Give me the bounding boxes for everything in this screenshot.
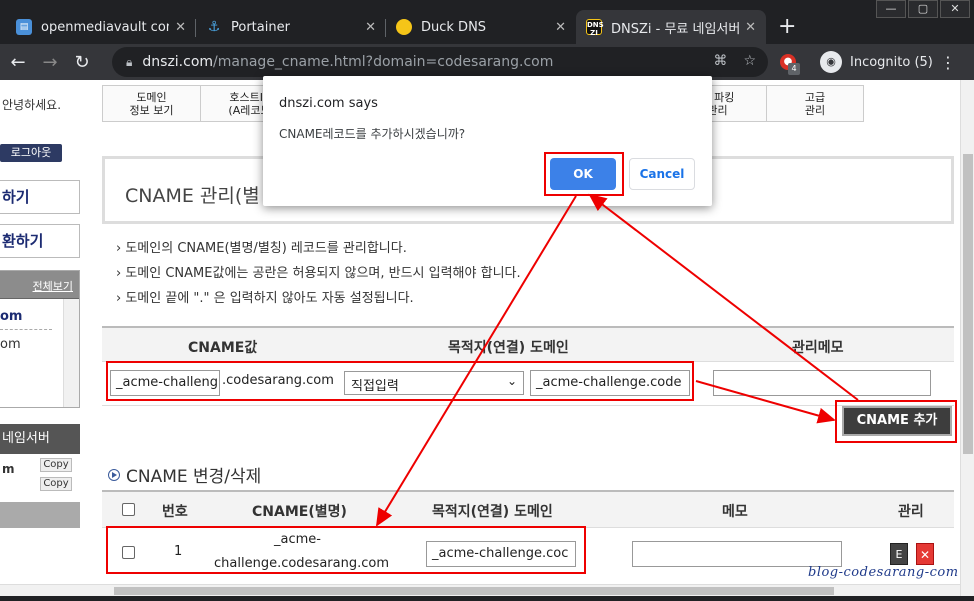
delete-button[interactable]: ✕ (916, 543, 934, 565)
view-all-link[interactable]: 전체보기 (33, 278, 73, 294)
row-memo-input[interactable] (632, 541, 842, 567)
browser-menu-icon[interactable]: ⋮ (940, 53, 956, 72)
play-bullet-icon (108, 468, 120, 481)
close-tab-icon[interactable]: ✕ (175, 20, 186, 35)
register-header: CNAME값 목적지(연결) 도메인 관리메모 (102, 328, 954, 362)
sidebar-footer (0, 502, 80, 528)
incognito-indicator[interactable]: ◉ Incognito (5) (820, 49, 933, 75)
menu-label: 고급 (804, 91, 826, 104)
menu-label: 도메인 (136, 91, 167, 104)
address-bar[interactable]: 🔒︎ dnszi.com/manage_cname.html?domain=co… (112, 47, 768, 77)
duck-favicon-icon (396, 19, 412, 35)
dialog-title: dnszi.com says (279, 96, 378, 111)
menu-label: 관리 (804, 104, 826, 117)
domain-list: 전체보기 om om (0, 270, 80, 408)
extension-icon[interactable]: ● 4 (780, 54, 800, 75)
note-item: › 도메인 끝에 "." 은 입력하지 않아도 자동 설정됩니다. (116, 291, 414, 306)
logout-button[interactable]: 로그아웃 (0, 144, 62, 162)
col-cname: CNAME(별명) (252, 504, 347, 520)
domain-list-scrollbar[interactable] (63, 299, 79, 407)
tab-title: Duck DNS (421, 19, 487, 35)
tab-title: openmediavault control (41, 19, 169, 35)
menu-domain-info[interactable]: 도메인 정보 보기 (102, 85, 200, 122)
highlight-ok (544, 152, 624, 196)
highlight-add-button (835, 400, 957, 443)
col-target: 목적지(연결) 도메인 (432, 504, 553, 520)
copy-button[interactable]: Copy (40, 458, 72, 472)
col-memo: 관리메모 (792, 340, 844, 356)
translate-icon[interactable]: ⌘ (713, 53, 727, 69)
section-title-text: CNAME 변경/삭제 (126, 467, 262, 487)
tab-dnszi[interactable]: DNSZI DNSZi - 무료 네임서버(d ✕ (576, 10, 766, 44)
close-tab-icon[interactable]: ✕ (745, 20, 756, 35)
domain-list-header: 전체보기 (0, 271, 79, 299)
scrollbar-thumb[interactable] (114, 587, 834, 595)
section-title: CNAME 변경/삭제 (108, 462, 261, 487)
nameserver-header: 네임서버 (0, 424, 80, 454)
sidebar-link-2[interactable]: 환하기 (0, 224, 80, 258)
lock-icon[interactable]: 🔒︎ (126, 55, 132, 70)
tab-title: DNSZi - 무료 네임서버(d (611, 21, 740, 37)
browser-toolbar: ← → ↻ 🔒︎ dnszi.com/manage_cname.html?dom… (0, 44, 974, 80)
domain-list-item[interactable]: om (0, 337, 21, 352)
select-all-checkbox[interactable] (122, 503, 135, 516)
close-window-button[interactable]: ✕ (940, 0, 970, 18)
memo-input[interactable] (713, 370, 931, 396)
highlight-list-row (106, 526, 586, 574)
incognito-icon: ◉ (820, 51, 842, 73)
tab-strip: ▤ openmediavault control ✕ ⚓ Portainer ✕… (6, 8, 796, 44)
close-tab-icon[interactable]: ✕ (365, 20, 376, 35)
col-no: 번호 (162, 504, 188, 520)
tab-duckdns[interactable]: Duck DNS ✕ (386, 10, 576, 44)
reload-button[interactable]: ↻ (68, 52, 96, 73)
edit-button[interactable]: E (890, 543, 908, 565)
col-manage: 관리 (898, 504, 924, 520)
greeting-text: 안녕하세요. (2, 98, 62, 112)
url-path: /manage_cname.html?domain=codesarang.com (213, 54, 554, 70)
dialog-message: CNAME레코드를 추가하시겠습니까? (279, 127, 466, 141)
watermark: blog-codesarang-com (808, 565, 959, 580)
back-button[interactable]: ← (4, 52, 32, 73)
nameserver-text: m (2, 462, 15, 476)
browser-window: — ▢ ✕ ▤ openmediavault control ✕ ⚓ Porta… (0, 0, 974, 601)
tab-portainer[interactable]: ⚓ Portainer ✕ (196, 10, 386, 44)
col-target-domain: 목적지(연결) 도메인 (448, 340, 569, 356)
extension-badge: 4 (788, 63, 800, 75)
col-cname-value: CNAME값 (188, 340, 258, 356)
window-controls: — ▢ ✕ (874, 0, 970, 18)
dnszi-favicon-icon: DNS ZI (586, 19, 604, 37)
menu-label: 정보 보기 (129, 104, 174, 117)
new-tab-button[interactable]: + (778, 10, 796, 44)
minimize-button[interactable]: — (876, 0, 906, 18)
col-memo: 메모 (722, 504, 748, 520)
notes-list: › 도메인의 CNAME(별명/별칭) 레코드를 관리합니다. › 도메인 CN… (116, 236, 521, 311)
list-header: 번호 CNAME(별명) 목적지(연결) 도메인 메모 관리 (102, 492, 954, 528)
sidebar-link-1[interactable]: 하기 (0, 180, 80, 214)
bookmark-star-icon[interactable]: ☆ (743, 53, 756, 69)
nameserver-label: 네임서버 (2, 431, 50, 446)
tab-title: Portainer (231, 19, 290, 35)
page-scrollbar-vertical[interactable] (960, 80, 974, 596)
portainer-favicon-icon: ⚓ (207, 19, 221, 35)
scrollbar-thumb[interactable] (963, 154, 973, 454)
menu-advanced[interactable]: 고급 관리 (766, 85, 864, 122)
url-host: dnszi.com (142, 54, 214, 70)
highlight-register-row (106, 361, 694, 401)
note-item: › 도메인의 CNAME(별명/별칭) 레코드를 관리합니다. (116, 241, 407, 256)
page-scrollbar-horizontal[interactable] (0, 584, 960, 596)
copy-button[interactable]: Copy (40, 477, 72, 491)
confirm-dialog: dnszi.com says CNAME레코드를 추가하시겠습니까? OK Ca… (263, 76, 712, 206)
openmediavault-favicon-icon: ▤ (16, 19, 32, 35)
dialog-cancel-button[interactable]: Cancel (629, 158, 695, 190)
incognito-label: Incognito (5) (850, 54, 933, 70)
domain-list-item[interactable]: om (0, 309, 22, 324)
left-sidebar: 안녕하세요. 로그아웃 하기 환하기 전체보기 om om 네임서버 m Cop… (0, 80, 80, 596)
note-item: › 도메인 CNAME값에는 공란은 허용되지 않으며, 반드시 입력해야 합니… (116, 266, 521, 281)
maximize-button[interactable]: ▢ (908, 0, 938, 18)
close-tab-icon[interactable]: ✕ (555, 20, 566, 35)
tab-openmediavault[interactable]: ▤ openmediavault control ✕ (6, 10, 196, 44)
forward-button[interactable]: → (36, 52, 64, 73)
